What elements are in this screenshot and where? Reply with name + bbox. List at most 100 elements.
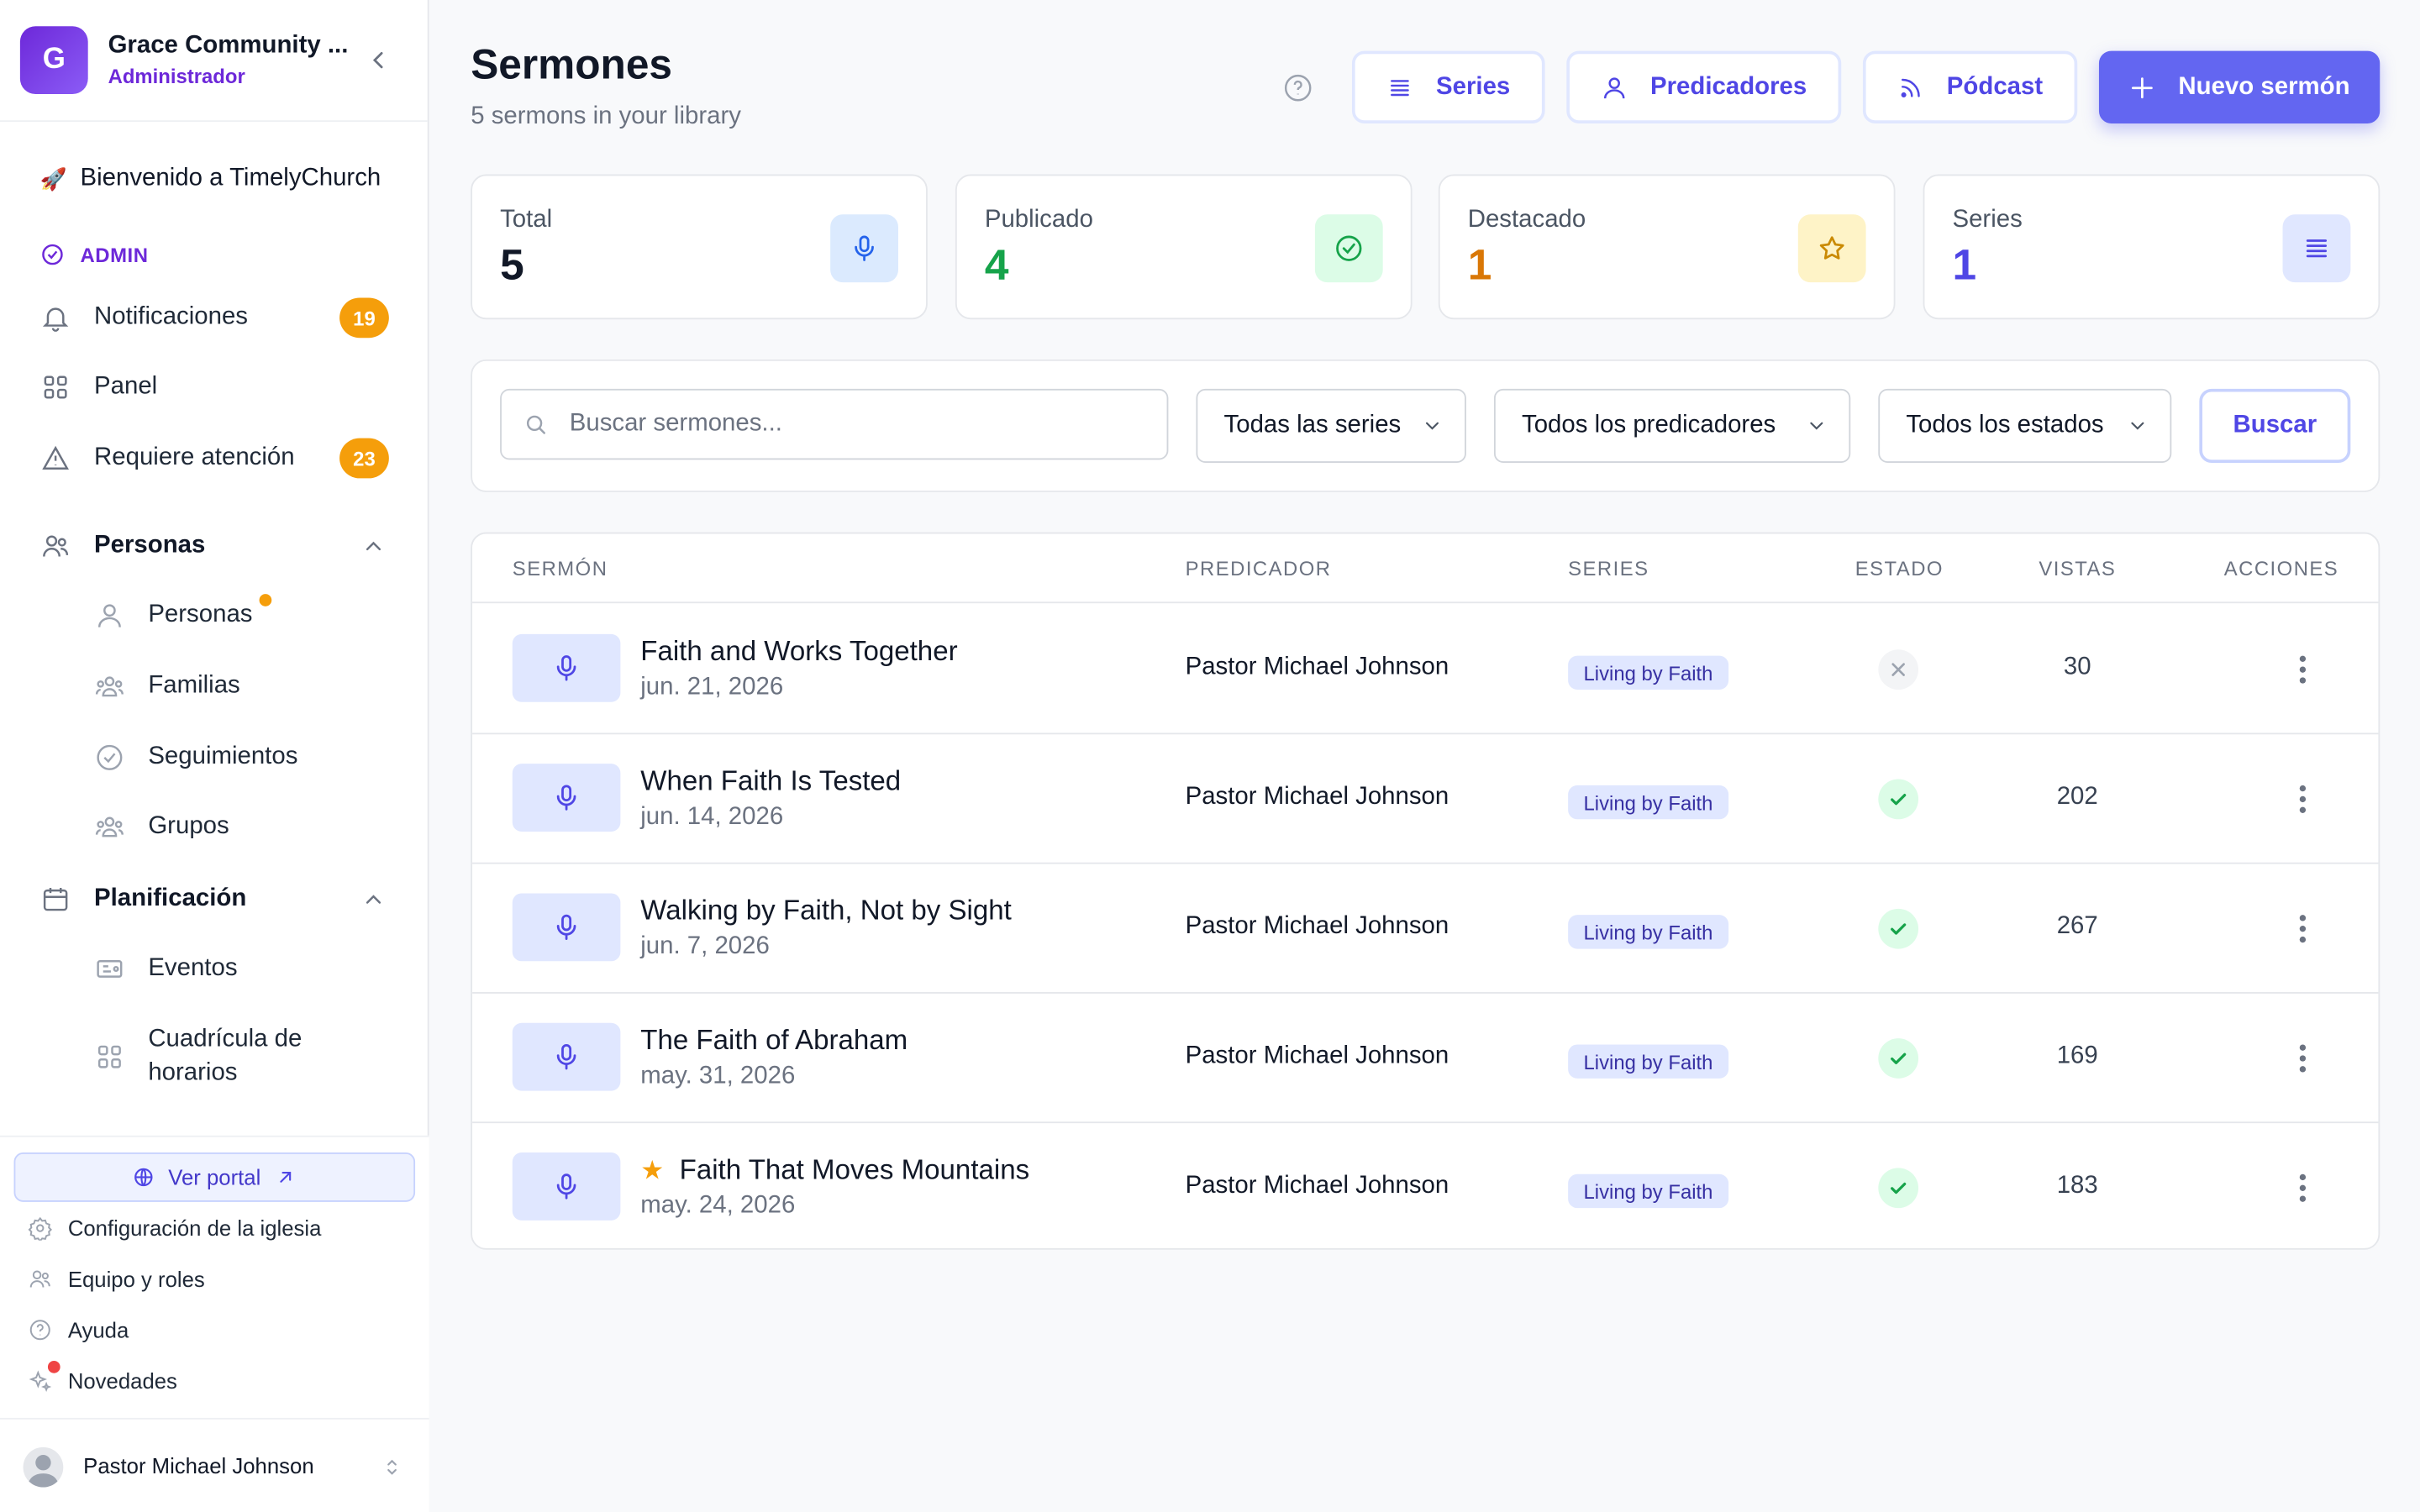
sidebar-group-label: Personas — [94, 532, 206, 559]
more-actions-icon[interactable] — [2291, 1040, 2315, 1077]
sidebar-group-personas[interactable]: Personas — [40, 528, 206, 564]
section-admin-label: ADMIN — [80, 243, 149, 266]
sermon-title: The Faith of Abraham — [640, 1024, 908, 1056]
preacher-filter-select[interactable]: Todos los predicadores — [1493, 388, 1851, 464]
sidebar-group-planificacion[interactable]: Planificación — [40, 881, 246, 918]
sidebar-subitem-label: Eventos — [148, 954, 238, 982]
series-filter-value: Todas las series — [1223, 412, 1402, 438]
table-row[interactable]: When Faith Is Tested jun. 14, 2026 Pastor … — [472, 734, 2379, 864]
search-button[interactable]: Buscar — [2199, 388, 2351, 464]
gear-icon — [28, 1216, 52, 1241]
grid-icon — [97, 1045, 121, 1068]
column-header-sermon[interactable]: SERMÓN — [513, 557, 608, 580]
featured-star-icon: ★ — [640, 1154, 665, 1184]
sidebar-subitem-eventos[interactable]: Eventos — [94, 952, 238, 985]
stat-label: Series — [1952, 207, 2023, 234]
rss-icon — [1902, 77, 1921, 97]
external-link-icon — [280, 1172, 292, 1183]
chevron-up-icon[interactable] — [361, 887, 386, 911]
sidebar-link-team-roles[interactable]: Equipo y roles — [28, 1267, 205, 1291]
preachers-button[interactable]: Predicadores — [1566, 50, 1842, 123]
sidebar-subitem-label: Grupos — [148, 812, 229, 840]
church-name: Grace Community ... — [108, 32, 349, 59]
chevron-down-icon — [1810, 422, 1823, 430]
sidebar-subitem-label: Seguimientos — [148, 743, 298, 770]
new-sermon-button[interactable]: Nuevo sermón — [2098, 50, 2381, 123]
family-icon — [95, 676, 124, 697]
table-row[interactable]: Walking by Faith, Not by Sight jun. 7, 20… — [472, 864, 2379, 994]
table-header: SERMÓN PREDICADOR SERIES ESTADO VISTAS A… — [472, 534, 2379, 604]
sidebar-link-church-settings[interactable]: Configuración de la iglesia — [28, 1215, 321, 1241]
sparkles-icon — [29, 1370, 52, 1393]
church-logo: G — [19, 26, 88, 95]
table-row[interactable]: The Faith of Abraham may. 31, 2026 Pastor … — [472, 994, 2379, 1124]
groups-icon — [95, 816, 124, 837]
globe-icon — [134, 1168, 153, 1187]
stat-value: 5 — [500, 240, 524, 289]
sidebar-subitem-familias[interactable]: Familias — [94, 669, 240, 703]
notification-dot — [47, 1361, 60, 1373]
podcast-button[interactable]: Pódcast — [1862, 50, 2078, 123]
chevron-up-icon[interactable] — [361, 534, 386, 559]
chevron-up-down-icon — [387, 1459, 397, 1475]
column-header-status[interactable]: ESTADO — [1855, 557, 1944, 580]
sidebar-item-panel[interactable]: Panel — [40, 369, 157, 406]
check-circle-icon — [1314, 214, 1383, 283]
warning-icon — [42, 445, 69, 470]
column-header-preacher[interactable]: PREDICADOR — [1186, 557, 1332, 580]
sidebar-link-help[interactable]: Ayuda — [28, 1318, 129, 1342]
sidebar-subitem-cuadricula[interactable]: Cuadrícula de horarios — [94, 1023, 372, 1091]
ticket-icon — [97, 960, 123, 978]
sidebar-subitem-grupos[interactable]: Grupos — [94, 810, 229, 843]
grid-icon — [44, 375, 67, 399]
sermon-title-wrap[interactable]: ★ Faith That Moves Mountains — [640, 1154, 1029, 1187]
sidebar-item-welcome[interactable]: 🚀 Bienvenido a TimelyChurch — [40, 160, 381, 197]
column-header-series[interactable]: SERIES — [1568, 557, 1649, 580]
help-circle-icon — [29, 1320, 50, 1341]
microphone-icon — [512, 633, 621, 702]
sermon-title-wrap[interactable]: When Faith Is Tested — [640, 765, 901, 798]
table-row[interactable]: ★ Faith That Moves Mountains may. 24, 2026… — [472, 1123, 2378, 1248]
stat-card-series: Series 1 — [1923, 174, 2381, 320]
search-icon — [526, 415, 545, 434]
sidebar-item-notifications[interactable]: Notificaciones — [40, 299, 389, 336]
column-header-views[interactable]: VISTAS — [2039, 557, 2116, 580]
more-actions-icon[interactable] — [2291, 911, 2315, 948]
help-icon[interactable] — [1282, 72, 1313, 103]
series-button[interactable]: Series — [1351, 50, 1545, 123]
more-actions-icon[interactable] — [2291, 651, 2315, 688]
page-subtitle: 5 sermons in your library — [471, 103, 741, 130]
view-portal-button[interactable]: Ver portal — [13, 1152, 416, 1202]
search-input[interactable] — [569, 410, 1156, 438]
sidebar-link-label: Equipo y roles — [67, 1266, 205, 1292]
microphone-icon — [512, 764, 621, 832]
status-filter-select[interactable]: Todos los estados — [1878, 388, 2172, 464]
stat-label: Destacado — [1467, 207, 1586, 234]
preacher-name: Pastor Michael Johnson — [1185, 1172, 1449, 1200]
sidebar-item-label: Panel — [94, 373, 158, 400]
collapse-sidebar-icon[interactable] — [364, 46, 392, 74]
user-menu[interactable]: Pastor Michael Johnson — [0, 1417, 429, 1512]
sidebar-subitem-label: Cuadrícula de horarios — [148, 1026, 302, 1087]
search-box — [500, 388, 1169, 460]
attention-badge: 23 — [339, 438, 389, 479]
more-actions-icon[interactable] — [2291, 1169, 2315, 1206]
sidebar-subitem-label: Personas — [148, 601, 253, 628]
series-filter-select[interactable]: Todas las series — [1196, 388, 1466, 464]
sermon-title-wrap[interactable]: Walking by Faith, Not by Sight — [640, 895, 1012, 927]
sermon-title: Faith and Works Together — [640, 635, 958, 667]
views-count: 267 — [2056, 913, 2098, 940]
preacher-name: Pastor Michael Johnson — [1185, 913, 1449, 940]
table-row[interactable]: Faith and Works Together jun. 21, 2026 Pas… — [472, 605, 2379, 735]
sidebar-item-attention[interactable]: Requiere atención — [40, 439, 295, 476]
podcast-button-label: Pódcast — [1946, 73, 2044, 100]
sermon-title-wrap[interactable]: Faith and Works Together — [640, 636, 957, 669]
list-icon — [1391, 79, 1410, 96]
sidebar-subitem-seguimientos[interactable]: Seguimientos — [94, 741, 297, 774]
brand-header[interactable]: G Grace Community ... Administrador — [0, 0, 428, 123]
views-count: 183 — [2056, 1172, 2098, 1200]
sermon-title-wrap[interactable]: The Faith of Abraham — [640, 1025, 908, 1058]
sidebar-subitem-personas[interactable]: Personas — [94, 599, 252, 633]
more-actions-icon[interactable] — [2291, 780, 2315, 817]
section-admin: ADMIN — [40, 242, 149, 266]
